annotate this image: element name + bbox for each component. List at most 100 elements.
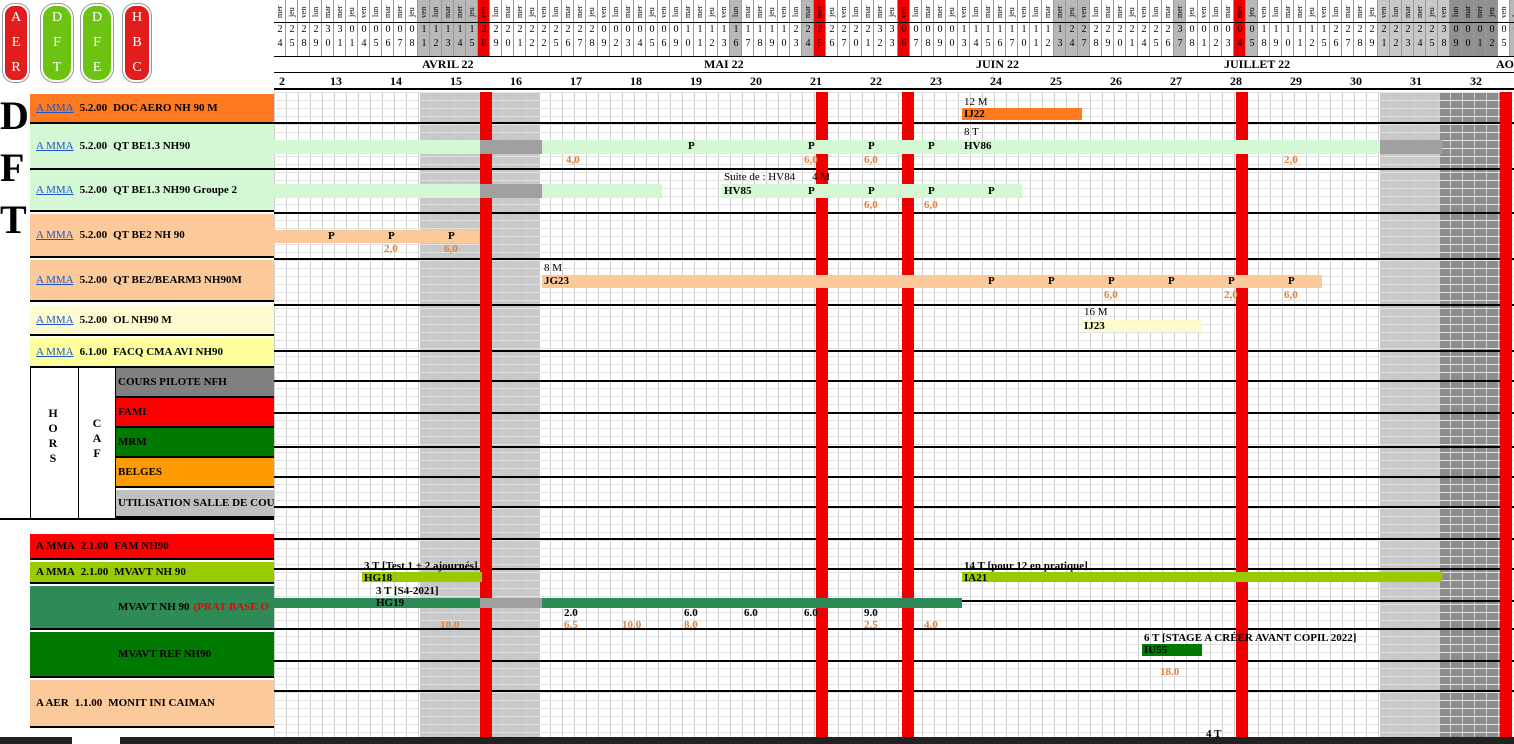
org-link[interactable]: A MMA [36, 140, 74, 152]
org-link[interactable]: A MMA [36, 314, 74, 326]
badge-aer[interactable]: A E R [3, 4, 29, 82]
header-day-column: mar 2 3 [1402, 0, 1414, 56]
day-tens: 2 [289, 24, 295, 35]
header-day-column: ven 0 6 [658, 0, 670, 56]
day-name: mar [743, 5, 752, 19]
day-name: jeu [1007, 7, 1016, 17]
header-day-column: ven 1 0 [1018, 0, 1030, 56]
day-name: jeu [1427, 7, 1436, 17]
course-bar[interactable] [274, 140, 480, 154]
day-units: 4 [805, 38, 811, 49]
sheet-tab-active[interactable] [72, 737, 120, 744]
header-day-column: mar 2 4 [802, 0, 814, 56]
badge-dfe[interactable]: D F E [81, 4, 113, 82]
day-units: 3 [1510, 38, 1514, 49]
course-bar[interactable] [274, 184, 480, 198]
day-tens: 2 [541, 24, 547, 35]
hors-caf-row[interactable]: FAMI [116, 398, 274, 428]
row-separator [274, 412, 1514, 414]
hors-caf-row[interactable]: UTILISATION SALLE DE COU [116, 490, 274, 518]
week-number: 25 [1050, 74, 1062, 88]
day-name: mer [1295, 5, 1304, 19]
header-day-column: lun 2 5 [550, 0, 562, 56]
header-day-column: ven 2 8 [298, 0, 310, 56]
org-link[interactable]: A MMA [36, 274, 74, 286]
day-name: lun [611, 6, 620, 18]
row-separator [274, 446, 1514, 448]
day-tens: 1 [1045, 24, 1051, 35]
day-name: mer [1055, 5, 1064, 19]
course-bar[interactable] [542, 140, 1380, 154]
bar-count: 8 M [544, 262, 563, 274]
day-name: mer [395, 5, 404, 19]
org-link[interactable]: A MMA [36, 184, 74, 196]
course-bar[interactable] [542, 275, 1322, 288]
header-day-column: mer 2 8 [1354, 0, 1366, 56]
day-units: 3 [721, 38, 727, 49]
row-separator [274, 506, 1514, 508]
hors-caf-row[interactable]: COURS PILOTE NFH [116, 368, 274, 398]
course-bar[interactable] [480, 140, 542, 154]
header-day-column: jeu 0 2 [1486, 0, 1498, 56]
row-label[interactable]: A MMA 2.1.00 MVAVT NH 90 [30, 562, 274, 584]
month-label: JUILLET 22 [1224, 57, 1291, 71]
org-link[interactable]: A MMA [36, 229, 74, 241]
week-number: 23 [930, 74, 942, 88]
row-label[interactable]: A MMA 5.2.00 QT BE1.3 NH90 Groupe 2 [30, 170, 274, 212]
row-label[interactable]: A MMA 2.1.00 FAM NH90 [30, 534, 274, 560]
hours-value: 8.0 [684, 619, 698, 631]
header-day-column: lun 0 2 [610, 0, 622, 56]
day-tens: 2 [589, 24, 595, 35]
org-link[interactable]: A MMA [36, 346, 74, 358]
org-link[interactable]: A MMA [36, 102, 74, 114]
day-units: 9 [601, 38, 607, 49]
hors-caf-name: BELGES [118, 466, 163, 478]
header-day-column: jeu 1 2 [1306, 0, 1318, 56]
day-tens: 1 [709, 24, 715, 35]
course-name: MVAVT NH 90 [114, 566, 186, 578]
bar-count: 8 T [964, 126, 979, 138]
day-name: mer [935, 5, 944, 19]
hours-value: 2.0 [564, 607, 578, 619]
course-name: QT BE2/BEARM3 NH90M [113, 274, 242, 286]
course-bar[interactable] [480, 598, 542, 608]
p-marker: P [928, 185, 935, 197]
row-label[interactable]: A AER 1.1.00 MONIT INI CAIMAN [30, 680, 274, 728]
day-units: 3 [445, 38, 451, 49]
day-units: 4 [637, 38, 643, 49]
sheet-tab-bar[interactable] [0, 737, 1514, 744]
course-bar[interactable] [1380, 140, 1442, 154]
hors-caf-row[interactable]: MRM [116, 428, 274, 458]
hors-caf-row[interactable]: BELGES [116, 458, 274, 488]
row-label[interactable]: A MMA 5.2.00 DOC AERO NH 90 M [30, 94, 274, 124]
day-name: mer [515, 5, 524, 19]
header-day-column: mer 0 1 [1474, 0, 1486, 56]
day-tens: 2 [277, 24, 283, 35]
row-label[interactable]: MVAVT REF NH90 [30, 632, 274, 678]
row-label[interactable]: A MMA 6.1.00 FACQ CMA AVI NH90 [30, 338, 274, 368]
day-units: 2 [1045, 38, 1051, 49]
day-units: 1 [1129, 38, 1135, 49]
row-label[interactable]: A MMA 5.2.00 QT BE1.3 NH90 [30, 124, 274, 170]
day-tens: 0 [901, 24, 907, 35]
course-bar[interactable] [480, 184, 542, 198]
day-tens: 2 [493, 24, 499, 35]
day-units: 1 [517, 38, 523, 49]
hours-value: 6.0 [684, 607, 698, 619]
row-label[interactable]: MVAVT NH 90 (PRAT BASE O [30, 586, 274, 630]
date-header: mer 2 4 jeu 2 5 ven 2 8 lun 2 9 mar 3 0 mer 3 1 jeu 0 1 ven 0 4… [274, 0, 1514, 92]
section-code: 5.2.00 [79, 229, 108, 241]
day-name: mar [983, 5, 992, 19]
course-bar[interactable] [962, 572, 1442, 582]
badge-dft[interactable]: D F T [41, 4, 73, 82]
day-tens: 0 [937, 24, 943, 35]
course-bar[interactable] [542, 184, 662, 198]
row-label[interactable]: A MMA 5.2.00 QT BE2 NH 90 [30, 214, 274, 258]
row-separator [274, 538, 1514, 540]
row-label[interactable]: A MMA 5.2.00 OL NH90 M [30, 306, 274, 336]
badge-hbc[interactable]: H B C [123, 4, 151, 82]
hors-caf-name: UTILISATION SALLE DE COU [118, 497, 274, 509]
section-letter-d: D [0, 93, 29, 138]
p-marker: P [328, 230, 335, 242]
row-label[interactable]: A MMA 5.2.00 QT BE2/BEARM3 NH90M [30, 260, 274, 302]
